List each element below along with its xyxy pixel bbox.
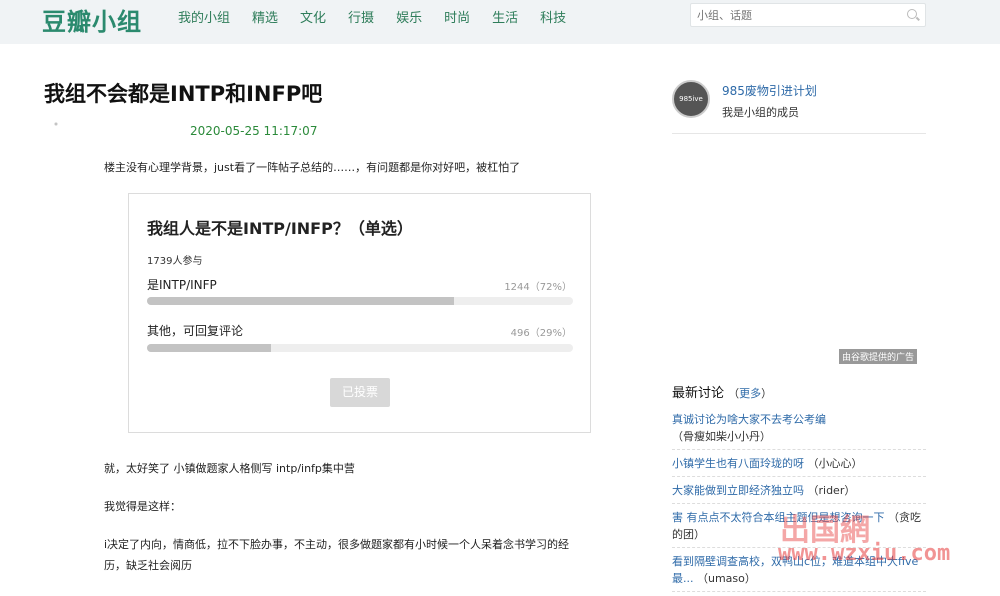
discussion-item: 小镇学生也有八面玲珑的呀 （小心心） xyxy=(672,454,926,477)
poll-bar-fill xyxy=(147,344,271,352)
top-bar: 豆瓣小组 我的小组 精选 文化 行摄 娱乐 时尚 生活 科技 xyxy=(0,0,1000,44)
nav-fashion[interactable]: 时尚 xyxy=(444,7,470,26)
post-paragraph: 历，缺乏社会阅历 xyxy=(104,559,192,572)
post-paragraph: i决定了内向，情商低，拉不下脸办事，不主动，很多做题家都有小时候一个人呆着念书学… xyxy=(104,538,570,551)
discussion-author: （骨瘦如柴小小丹） xyxy=(672,430,771,443)
poll-option-bar xyxy=(147,297,573,305)
voted-button[interactable]: 已投票 xyxy=(330,378,390,407)
poll-option-label: 其他，可回复评论 xyxy=(147,324,244,338)
post-date: 2020-05-25 11:17:07 xyxy=(190,124,318,138)
latest-title: 最新讨论 xyxy=(672,386,725,401)
poll-participants: 1739人参与 xyxy=(147,256,203,267)
search-icon[interactable] xyxy=(907,9,917,19)
poll-option-bar xyxy=(147,344,573,352)
discussion-item: 大家能做到立即经济独立吗 （rider） xyxy=(672,481,926,504)
post-paragraph: 我觉得是这样： xyxy=(104,500,181,513)
discussion-link[interactable]: 真诚讨论为啥大家不去考公考编 xyxy=(672,413,826,426)
main-nav: 我的小组 精选 文化 行摄 娱乐 时尚 生活 科技 xyxy=(178,7,588,26)
poll-option-stat: 1244（72%） xyxy=(504,282,572,293)
author-avatar-blurred xyxy=(46,118,102,158)
nav-entertainment[interactable]: 娱乐 xyxy=(396,7,422,26)
group-membership-status: 我是小组的成员 xyxy=(722,106,799,119)
sidebar-divider xyxy=(672,133,926,134)
poll-card: 我组人是不是INTP/INFP？（单选） 1739人参与 是INTP/INFP … xyxy=(128,193,591,433)
poll-option-label: 是INTP/INFP xyxy=(147,278,217,292)
ad-label[interactable]: 由谷歌提供的广告 xyxy=(839,349,918,364)
discussion-list: 真诚讨论为啥大家不去考公考编 （骨瘦如柴小小丹） 小镇学生也有八面玲珑的呀 （小… xyxy=(672,410,926,596)
poll-option-stat: 496（29%） xyxy=(510,328,572,339)
discussion-link[interactable]: 大家能做到立即经济独立吗 xyxy=(672,484,804,497)
nav-travel[interactable]: 行摄 xyxy=(348,7,374,26)
discussion-author: （umaso） xyxy=(697,572,756,585)
discussion-item: 真诚讨论为啥大家不去考公考编 （骨瘦如柴小小丹） xyxy=(672,410,926,450)
discussion-link[interactable]: 小镇学生也有八面玲珑的呀 xyxy=(672,457,804,470)
post-title: 我组不会都是INTP和INFP吧 xyxy=(44,82,323,106)
more-link[interactable]: 更多 xyxy=(739,387,761,400)
post-intro: 楼主没有心理学背景，just看了一阵帖子总结的……，有问题都是你对好吧，被杠怕了 xyxy=(104,161,521,174)
nav-featured[interactable]: 精选 xyxy=(252,7,278,26)
nav-my-groups[interactable]: 我的小组 xyxy=(178,7,230,26)
nav-life[interactable]: 生活 xyxy=(492,7,518,26)
discussion-author: （rider） xyxy=(807,484,856,497)
site-logo[interactable]: 豆瓣小组 xyxy=(42,2,142,37)
discussion-author: （小心心） xyxy=(807,457,863,470)
search-input[interactable] xyxy=(697,7,897,24)
search-box xyxy=(690,3,926,27)
poll-title: 我组人是不是INTP/INFP？（单选） xyxy=(147,219,413,238)
nav-culture[interactable]: 文化 xyxy=(300,7,326,26)
post-paragraph: 就，太好笑了 小镇做题家人格侧写 intp/infp集中营 xyxy=(104,462,355,475)
latest-discussions-header: 最新讨论 （更多） xyxy=(672,386,773,401)
group-avatar[interactable]: 985ive xyxy=(672,80,710,118)
watermark-url: www.wzxiu.com xyxy=(778,541,951,566)
poll-bar-fill xyxy=(147,297,454,305)
group-name-link[interactable]: 985废物引进计划 xyxy=(722,82,817,99)
nav-tech[interactable]: 科技 xyxy=(540,7,566,26)
